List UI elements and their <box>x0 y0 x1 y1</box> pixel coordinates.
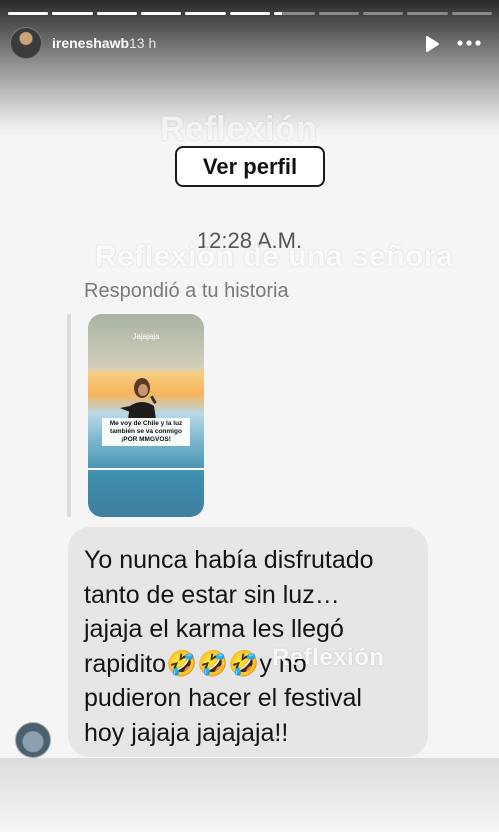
user-avatar[interactable] <box>10 27 42 59</box>
story-progress-segment <box>96 12 138 15</box>
story-time-ago: 13 h <box>129 35 157 51</box>
story-viewer: ireneshawb 13 h Reflexión Ver perfil 12:… <box>0 0 499 832</box>
story-progress-segment <box>52 12 93 15</box>
watermark-bottom: Reflexión <box>272 644 385 671</box>
story-progress-fill <box>52 12 93 15</box>
story-footer <box>0 758 499 832</box>
message-line: hoy jajaja jajajaja!! <box>84 718 289 747</box>
story-reply-thumbnail[interactable]: Jajajaja Me voy de Chile y la luz tambié… <box>88 314 204 517</box>
message-line: jajaja el karma les llegó <box>84 615 344 643</box>
story-progress-fill <box>229 12 271 15</box>
story-progress-segment <box>318 12 359 15</box>
story-progress-bar <box>8 12 492 15</box>
watermark-middle: Reflexión de una señora <box>95 240 454 273</box>
view-profile-button[interactable]: Ver perfil <box>175 146 325 187</box>
story-progress-fill <box>185 12 226 15</box>
story-progress-segment <box>274 12 315 15</box>
message-line: Yo nunca había disfrutado <box>84 546 374 574</box>
thumbnail-caption: Me voy de Chile y la luz también se va c… <box>102 418 190 446</box>
message-line: pudieron hacer el festival <box>84 684 362 712</box>
sender-avatar[interactable] <box>15 722 51 758</box>
story-progress-fill <box>96 12 138 15</box>
thumbnail-label: Jajajaja <box>132 332 160 341</box>
watermark-top: Reflexión <box>160 110 318 148</box>
story-progress-segment <box>229 12 271 15</box>
more-horizontal-icon[interactable] <box>456 33 482 53</box>
story-progress-segment <box>8 12 49 15</box>
replied-to-story-note: Respondió a tu historia <box>84 280 289 302</box>
story-progress-segment <box>362 12 404 15</box>
message-bubble: Yo nunca había disfrutado tanto de estar… <box>68 527 428 757</box>
story-progress-fill <box>8 12 49 15</box>
reply-quote-bar <box>67 314 71 517</box>
username[interactable]: ireneshawb <box>52 35 129 51</box>
message-line: tanto de estar sin luz… <box>84 580 340 609</box>
play-icon[interactable] <box>422 34 442 54</box>
story-progress-segment <box>141 12 182 15</box>
story-progress-segment <box>407 12 448 15</box>
story-progress-fill <box>141 12 182 15</box>
story-progress-segment <box>451 12 492 15</box>
story-progress-segment <box>185 12 226 15</box>
thumbnail-divider <box>88 468 204 470</box>
story-progress-fill <box>274 12 283 15</box>
